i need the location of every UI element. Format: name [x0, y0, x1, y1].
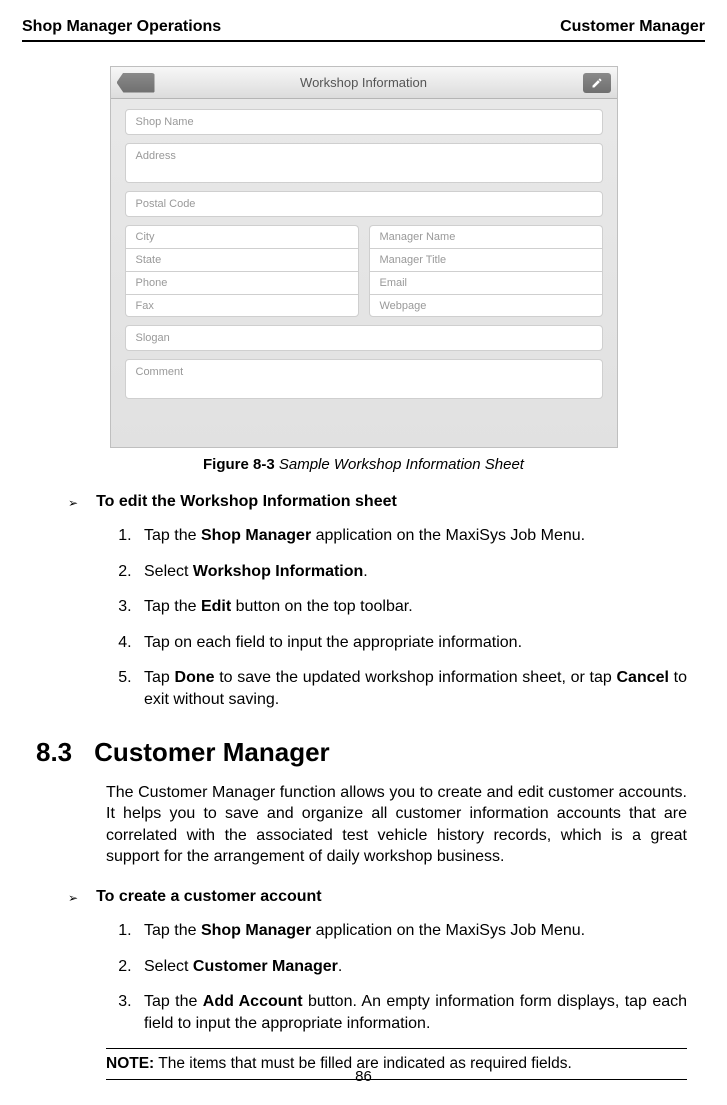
field-shop-name[interactable]: Shop Name	[125, 109, 603, 135]
chevron-icon: ➢	[68, 496, 78, 510]
list-item: Tap Done to save the updated workshop in…	[136, 667, 687, 710]
figure-label: Figure 8-3	[203, 456, 275, 473]
list-item: Tap the Add Account button. An empty inf…	[136, 991, 687, 1034]
field-phone[interactable]: Phone	[125, 271, 359, 294]
field-state[interactable]: State	[125, 248, 359, 271]
figure-text: Sample Workshop Information Sheet	[279, 456, 524, 473]
header-rule	[22, 40, 705, 42]
field-slogan[interactable]: Slogan	[125, 325, 603, 351]
figure-caption: Figure 8-3 Sample Workshop Information S…	[203, 456, 524, 473]
screenshot-toolbar: Workshop Information	[111, 67, 617, 99]
section-title: Customer Manager	[94, 737, 330, 768]
pencil-icon	[591, 77, 603, 89]
create-steps: Tap the Shop Manager application on the …	[136, 920, 687, 1034]
list-item: Tap the Shop Manager application on the …	[136, 525, 687, 547]
create-heading: To create a customer account	[96, 888, 322, 906]
field-manager-name[interactable]: Manager Name	[369, 225, 603, 248]
screenshot-workshop-info: Workshop Information Shop Name Address P…	[110, 66, 618, 448]
list-item: Select Workshop Information.	[136, 561, 687, 583]
page-number: 86	[0, 1068, 727, 1085]
back-button[interactable]	[117, 73, 155, 93]
field-address[interactable]: Address	[125, 143, 603, 183]
chevron-icon: ➢	[68, 891, 78, 905]
edit-button[interactable]	[583, 73, 611, 93]
list-item: Select Customer Manager.	[136, 956, 687, 978]
edit-heading: To edit the Workshop Information sheet	[96, 493, 397, 511]
header-right: Customer Manager	[560, 18, 705, 36]
list-item: Tap the Edit button on the top toolbar.	[136, 596, 687, 618]
field-city[interactable]: City	[125, 225, 359, 248]
field-comment[interactable]: Comment	[125, 359, 603, 399]
list-item: Tap the Shop Manager application on the …	[136, 920, 687, 942]
field-manager-title[interactable]: Manager Title	[369, 248, 603, 271]
screenshot-title: Workshop Information	[300, 75, 427, 90]
field-postal-code[interactable]: Postal Code	[125, 191, 603, 217]
field-email[interactable]: Email	[369, 271, 603, 294]
header-left: Shop Manager Operations	[22, 18, 221, 36]
section-number: 8.3	[36, 737, 72, 768]
edit-steps: Tap the Shop Manager application on the …	[136, 525, 687, 711]
cm-paragraph: The Customer Manager function allows you…	[106, 782, 687, 868]
field-webpage[interactable]: Webpage	[369, 294, 603, 317]
field-fax[interactable]: Fax	[125, 294, 359, 317]
list-item: Tap on each field to input the appropria…	[136, 632, 687, 654]
